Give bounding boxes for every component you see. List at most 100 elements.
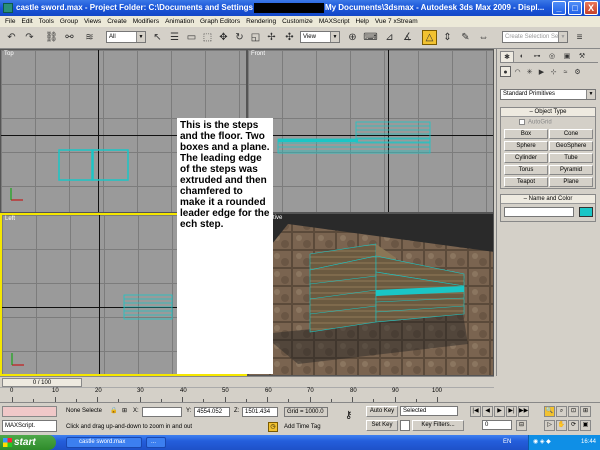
menu-animation[interactable]: Animation — [162, 16, 197, 27]
menu-customize[interactable]: Customize — [279, 16, 316, 27]
menu-vue-xstream[interactable]: Vue 7 xStream — [372, 16, 421, 27]
edit-named-selection-icon[interactable]: ✎ — [458, 30, 473, 45]
key-mode-select[interactable]: Selected — [400, 406, 458, 416]
helpers-icon[interactable]: ⊹ — [548, 66, 559, 77]
previous-frame-icon[interactable]: ◀ — [482, 406, 493, 417]
3dsmax-app-icon[interactable] — [3, 3, 13, 13]
play-icon[interactable]: ▶ — [494, 406, 505, 417]
systems-icon[interactable]: ⚙ — [572, 66, 583, 77]
pyramid-button[interactable]: Pyramid — [549, 165, 593, 175]
motion-tab-icon[interactable]: ◎ — [545, 51, 559, 62]
object-color-swatch[interactable] — [579, 207, 593, 217]
align-icon[interactable]: ≡ — [572, 30, 587, 45]
zoom-icon[interactable]: 🔍 — [544, 406, 555, 417]
add-time-tag[interactable]: Add Time Tag — [284, 422, 321, 432]
set-key-icon[interactable] — [400, 420, 410, 431]
time-tag-icon[interactable]: ◷ — [268, 422, 278, 432]
zoom-extents-all-icon[interactable]: ⊞ — [580, 406, 591, 417]
box-button[interactable]: Box — [504, 129, 548, 139]
menu-maxscript[interactable]: MAXScript — [316, 16, 353, 27]
use-pivot-icon[interactable]: ⊕ — [345, 30, 360, 45]
lock-icon[interactable]: 🔒 — [110, 406, 117, 416]
minimize-button[interactable]: _ — [552, 1, 566, 15]
cone-button[interactable]: Cone — [549, 129, 593, 139]
select-scale-icon[interactable]: ◱ — [248, 30, 263, 45]
create-tab-icon[interactable]: ✱ — [500, 51, 514, 62]
menu-create[interactable]: Create — [104, 16, 130, 27]
select-move-icon[interactable]: ✥ — [216, 30, 231, 45]
set-key-button[interactable]: Set Key — [366, 420, 398, 431]
maxscript-listener-mini[interactable] — [2, 406, 57, 417]
cameras-icon[interactable]: ▶ — [536, 66, 547, 77]
maximize-viewport-icon[interactable]: ▣ — [580, 420, 591, 431]
pan-icon[interactable]: ✋ — [556, 420, 567, 431]
x-coordinate-field[interactable] — [142, 407, 182, 417]
menu-group[interactable]: Group — [57, 16, 81, 27]
viewport-front[interactable]: Front — [247, 49, 494, 213]
pivot-center-icon[interactable]: ✣ — [282, 30, 297, 45]
bind-spacewarp-icon[interactable]: ≋ — [82, 30, 97, 45]
name-color-header[interactable]: – Name and Color — [501, 195, 595, 204]
z-coordinate-field[interactable]: 1501.434 — [242, 407, 278, 417]
key-filters-button[interactable]: Key Filters... — [412, 420, 464, 431]
language-indicator[interactable]: EN — [503, 435, 511, 450]
menu-help[interactable]: Help — [353, 16, 372, 27]
y-coordinate-field[interactable]: 4554.052 — [194, 407, 230, 417]
go-to-end-icon[interactable]: ▶▶ — [518, 406, 529, 417]
auto-key-button[interactable]: Auto Key — [366, 406, 398, 417]
snap-toggle-icon[interactable]: ⊿ — [382, 30, 397, 45]
tube-button[interactable]: Tube — [549, 153, 593, 163]
close-button[interactable]: X — [584, 1, 598, 15]
taskbar-item-3dsmax[interactable]: castle sword.max — [66, 437, 142, 448]
teapot-button[interactable]: Teapot — [504, 177, 548, 187]
manipulate-icon[interactable]: ✢ — [264, 30, 279, 45]
maximize-button[interactable]: □ — [568, 1, 582, 15]
zoom-all-icon[interactable]: ⌕ — [556, 406, 567, 417]
reference-coordinate-select[interactable]: View ▼ — [300, 31, 340, 43]
geometry-icon[interactable]: ● — [500, 66, 511, 77]
select-rotate-icon[interactable]: ↻ — [232, 30, 247, 45]
sphere-button[interactable]: Sphere — [504, 141, 548, 151]
primitive-category-select[interactable]: Standard Primitives ▼ — [500, 89, 596, 100]
redo-icon[interactable]: ↷ — [22, 30, 37, 45]
shapes-icon[interactable]: ◠ — [512, 66, 523, 77]
arc-rotate-icon[interactable]: ⟳ — [568, 420, 579, 431]
lights-icon[interactable]: ✳ — [524, 66, 535, 77]
cylinder-button[interactable]: Cylinder — [504, 153, 548, 163]
menu-rendering[interactable]: Rendering — [243, 16, 279, 27]
link-icon[interactable]: ⛓ — [44, 30, 59, 45]
named-selection-sets-input[interactable]: Create Selection Set ▼ — [502, 31, 568, 43]
select-by-name-icon[interactable]: ☰ — [167, 30, 182, 45]
object-name-input[interactable] — [504, 207, 574, 217]
plane-button[interactable]: Plane — [549, 177, 593, 187]
undo-icon[interactable]: ↶ — [4, 30, 19, 45]
maxscript-mini-listener[interactable]: MAXScript. — [2, 420, 57, 432]
geosphere-button[interactable]: GeoSphere — [549, 141, 593, 151]
keyboard-shortcut-override-icon[interactable]: ⌨ — [363, 30, 378, 45]
go-to-start-icon[interactable]: |◀ — [470, 406, 481, 417]
start-button[interactable]: start — [0, 435, 56, 450]
menu-graph-editors[interactable]: Graph Editors — [197, 16, 243, 27]
menu-tools[interactable]: Tools — [36, 16, 57, 27]
taskbar-item-more[interactable]: ... — [146, 437, 166, 448]
mirror-icon[interactable]: ⇔ — [476, 30, 491, 45]
menu-edit[interactable]: Edit — [18, 16, 35, 27]
next-frame-icon[interactable]: ▶| — [506, 406, 517, 417]
key-mode-toggle-icon[interactable]: ⊟ — [516, 420, 527, 431]
unlink-icon[interactable]: ⚯ — [62, 30, 77, 45]
current-frame-field[interactable]: 0 — [482, 420, 512, 430]
menu-modifiers[interactable]: Modifiers — [130, 16, 162, 27]
menu-file[interactable]: File — [2, 16, 18, 27]
object-type-header[interactable]: – Object Type — [501, 108, 595, 117]
modify-tab-icon[interactable]: ◐ — [515, 51, 529, 62]
menu-views[interactable]: Views — [81, 16, 104, 27]
field-of-view-icon[interactable]: ▷ — [544, 420, 555, 431]
torus-button[interactable]: Torus — [504, 165, 548, 175]
viewport-perspective[interactable]: Perspective — [247, 213, 494, 376]
track-bar[interactable]: 0 10 20 30 40 50 60 70 80 90 100 — [0, 387, 494, 402]
autogrid-checkbox[interactable]: AutoGrid — [519, 119, 552, 126]
absolute-mode-icon[interactable]: ⊞ — [122, 406, 127, 416]
percent-snap-icon[interactable]: △ — [422, 30, 437, 45]
display-tab-icon[interactable]: ▣ — [560, 51, 574, 62]
select-object-icon[interactable]: ↖ — [150, 30, 165, 45]
